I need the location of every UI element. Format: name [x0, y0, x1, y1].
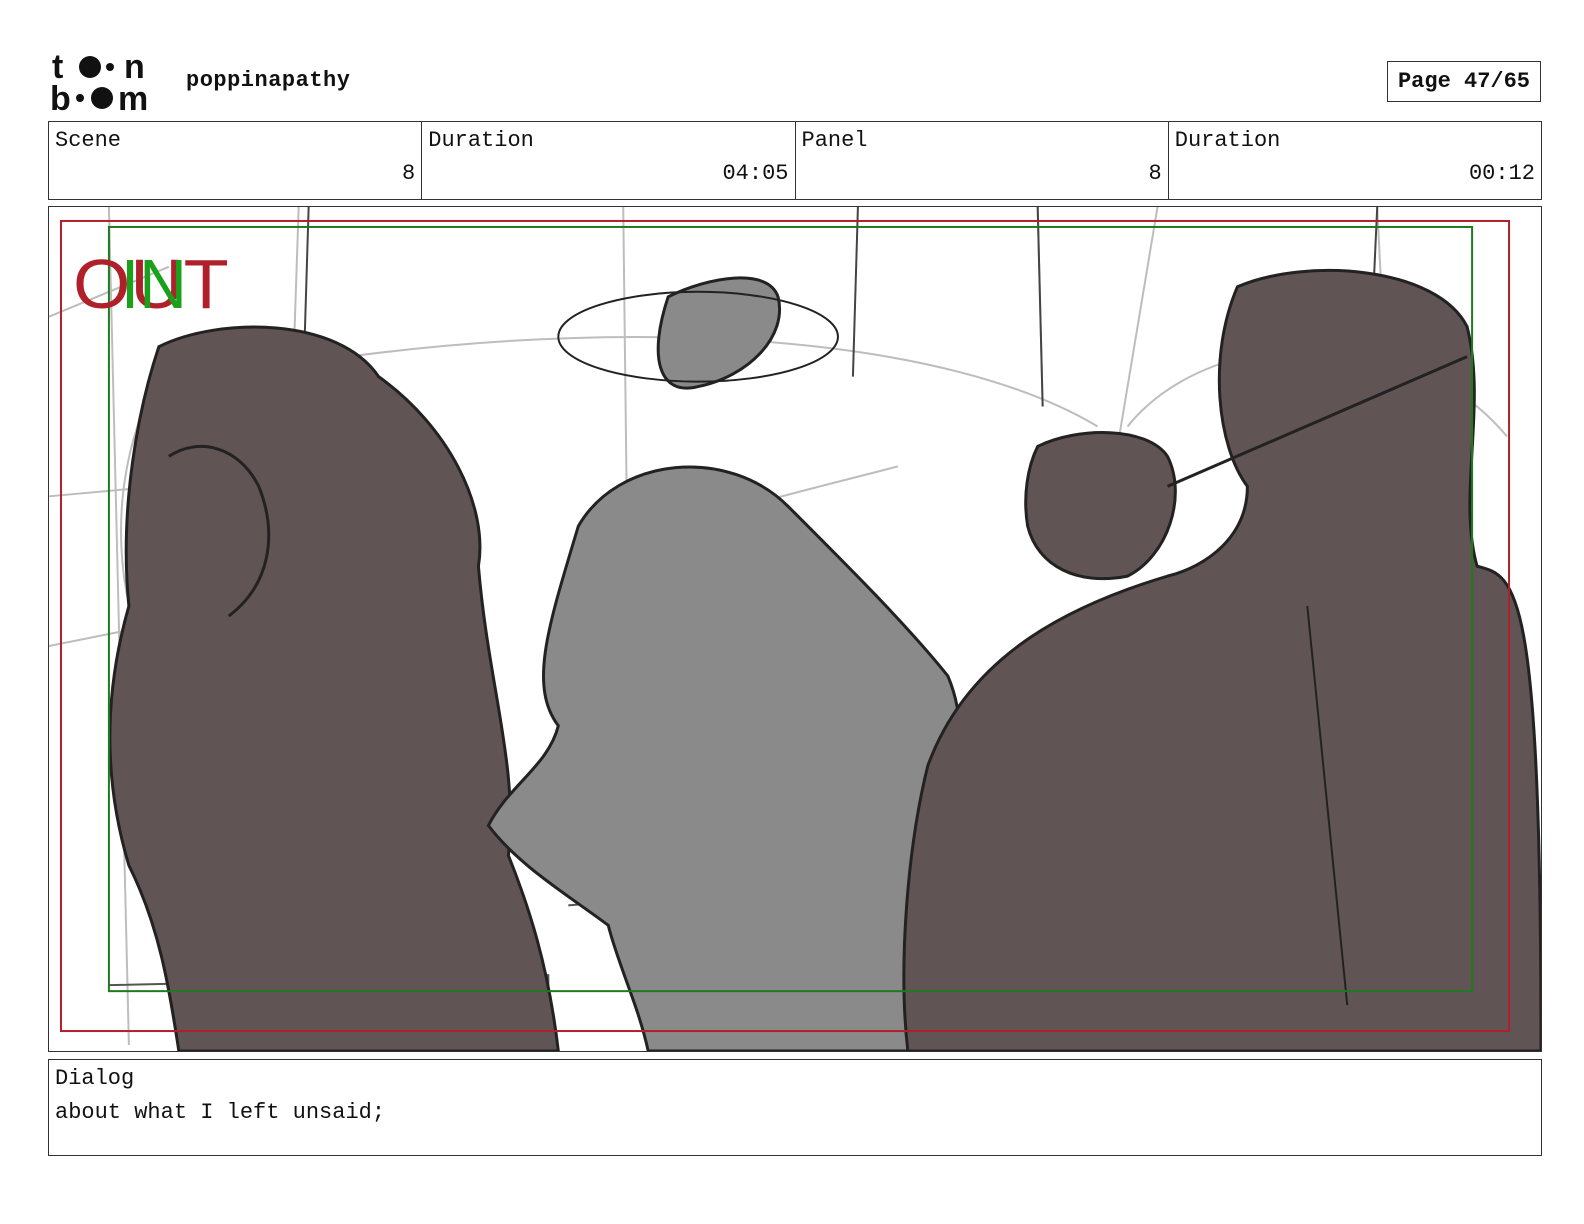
svg-text:b: b	[50, 80, 71, 114]
panel-duration-cell: Duration 00:12	[1169, 122, 1541, 199]
scene-value: 8	[402, 161, 416, 186]
right-character	[902, 268, 1541, 1051]
panel-duration-value: 00:12	[1468, 161, 1535, 186]
dialog-box: Dialog about what I left unsaid;	[48, 1059, 1542, 1156]
panel-label: Panel	[801, 128, 868, 153]
scene-info-table: Scene 8 Duration 04:05 Panel 8 Duration …	[48, 121, 1542, 200]
hanging-strap	[656, 276, 781, 390]
scene-duration-value: 04:05	[722, 161, 789, 186]
toon-boom-logo: t n b m	[50, 50, 148, 114]
page-indicator: Page 47/65	[1387, 61, 1541, 102]
left-character	[108, 325, 560, 1051]
svg-text:m: m	[118, 80, 148, 114]
middle-character	[486, 465, 962, 1051]
panel-cell: Panel 8	[796, 122, 1169, 199]
dialog-text: about what I left unsaid;	[55, 1100, 386, 1125]
overlay-in-label: IN	[121, 245, 187, 323]
scene-label: Scene	[55, 128, 122, 153]
project-title: poppinapathy	[186, 68, 351, 93]
dialog-label: Dialog	[55, 1066, 135, 1091]
scene-duration-cell: Duration 04:05	[422, 122, 796, 199]
storyboard-panel: OUT IN	[48, 206, 1542, 1052]
scene-duration-label: Duration	[428, 128, 534, 153]
panel-duration-label: Duration	[1174, 128, 1281, 153]
gas-mask-filter	[1024, 431, 1177, 581]
scene-cell: Scene 8	[49, 122, 423, 199]
panel-sketch: OUT IN	[49, 207, 1541, 1051]
panel-value: 8	[1148, 161, 1162, 186]
